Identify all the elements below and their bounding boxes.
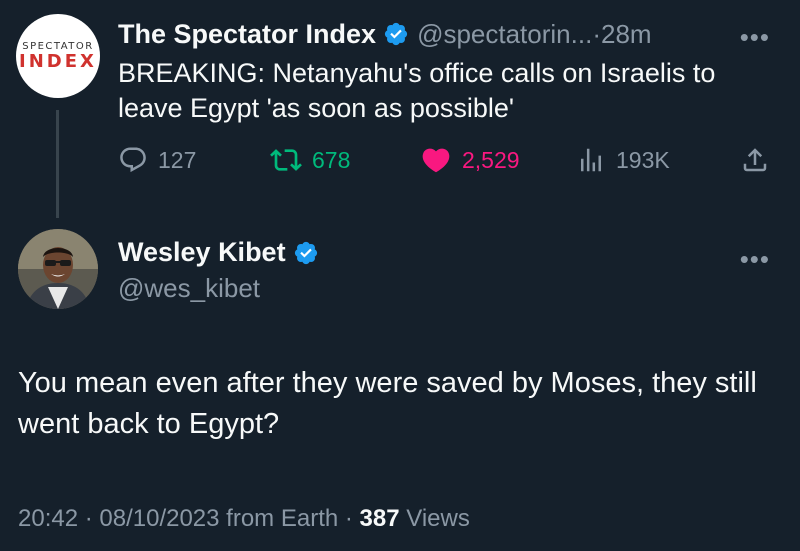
reply-header: Wesley Kibet	[118, 237, 319, 268]
thread-connector-line	[56, 110, 59, 218]
reply-text: You mean even after they were saved by M…	[18, 367, 757, 440]
views-button[interactable]: 193K	[576, 140, 670, 180]
reply-views-label: Views	[399, 505, 470, 532]
retweet-icon	[270, 149, 302, 171]
original-tweet[interactable]: SPECTATOR INDEX The Spectator Index @spe…	[0, 0, 800, 225]
verified-badge-icon	[384, 22, 408, 46]
reply-views-count: 387	[359, 505, 400, 532]
reply-handle[interactable]: @wes_kibet	[118, 273, 260, 304]
profile-photo-image	[18, 229, 98, 309]
avatar-logo-top: SPECTATOR	[22, 40, 94, 52]
separator-dot: ·	[592, 18, 601, 49]
reply-count: 127	[158, 146, 197, 173]
like-button[interactable]: 2,529	[420, 140, 520, 180]
retweet-button[interactable]: 678	[270, 140, 350, 180]
handle[interactable]: @spectatorin...	[417, 19, 592, 50]
tweet-header: The Spectator Index @spectatorin... · 28…	[118, 14, 652, 54]
reply-icon	[120, 147, 146, 173]
share-button[interactable]	[740, 140, 780, 180]
heart-icon	[422, 148, 450, 173]
retweet-count: 678	[312, 146, 351, 173]
more-options-icon[interactable]: •••	[740, 24, 770, 50]
reply-button[interactable]: 127	[118, 140, 196, 180]
reply-timestamp[interactable]: 20:42 · 08/10/2023 from Earth ·	[18, 505, 360, 532]
avatar-logo-bottom: INDEX	[19, 50, 97, 72]
share-icon	[743, 148, 767, 172]
reply-meta: 20:42 · 08/10/2023 from Earth · 387 View…	[18, 505, 470, 533]
more-options-icon[interactable]: •••	[740, 246, 770, 272]
reply-tweet[interactable]: Wesley Kibet @wes_kibet ••• You mean eve…	[0, 225, 800, 551]
tweet-text: BREAKING: Netanyahu's office calls on Is…	[118, 58, 716, 123]
spectator-index-avatar[interactable]: SPECTATOR INDEX	[16, 14, 100, 98]
views-icon	[581, 148, 601, 172]
like-count: 2,529	[462, 146, 520, 173]
views-count: 193K	[616, 146, 670, 173]
action-bar: 127 678 2,529 193K	[118, 140, 778, 180]
wesley-kibet-avatar[interactable]	[18, 229, 98, 309]
display-name[interactable]: The Spectator Index	[118, 19, 376, 50]
reply-display-name[interactable]: Wesley Kibet	[118, 237, 286, 268]
verified-badge-icon	[294, 241, 317, 264]
timestamp[interactable]: 28m	[601, 19, 652, 50]
